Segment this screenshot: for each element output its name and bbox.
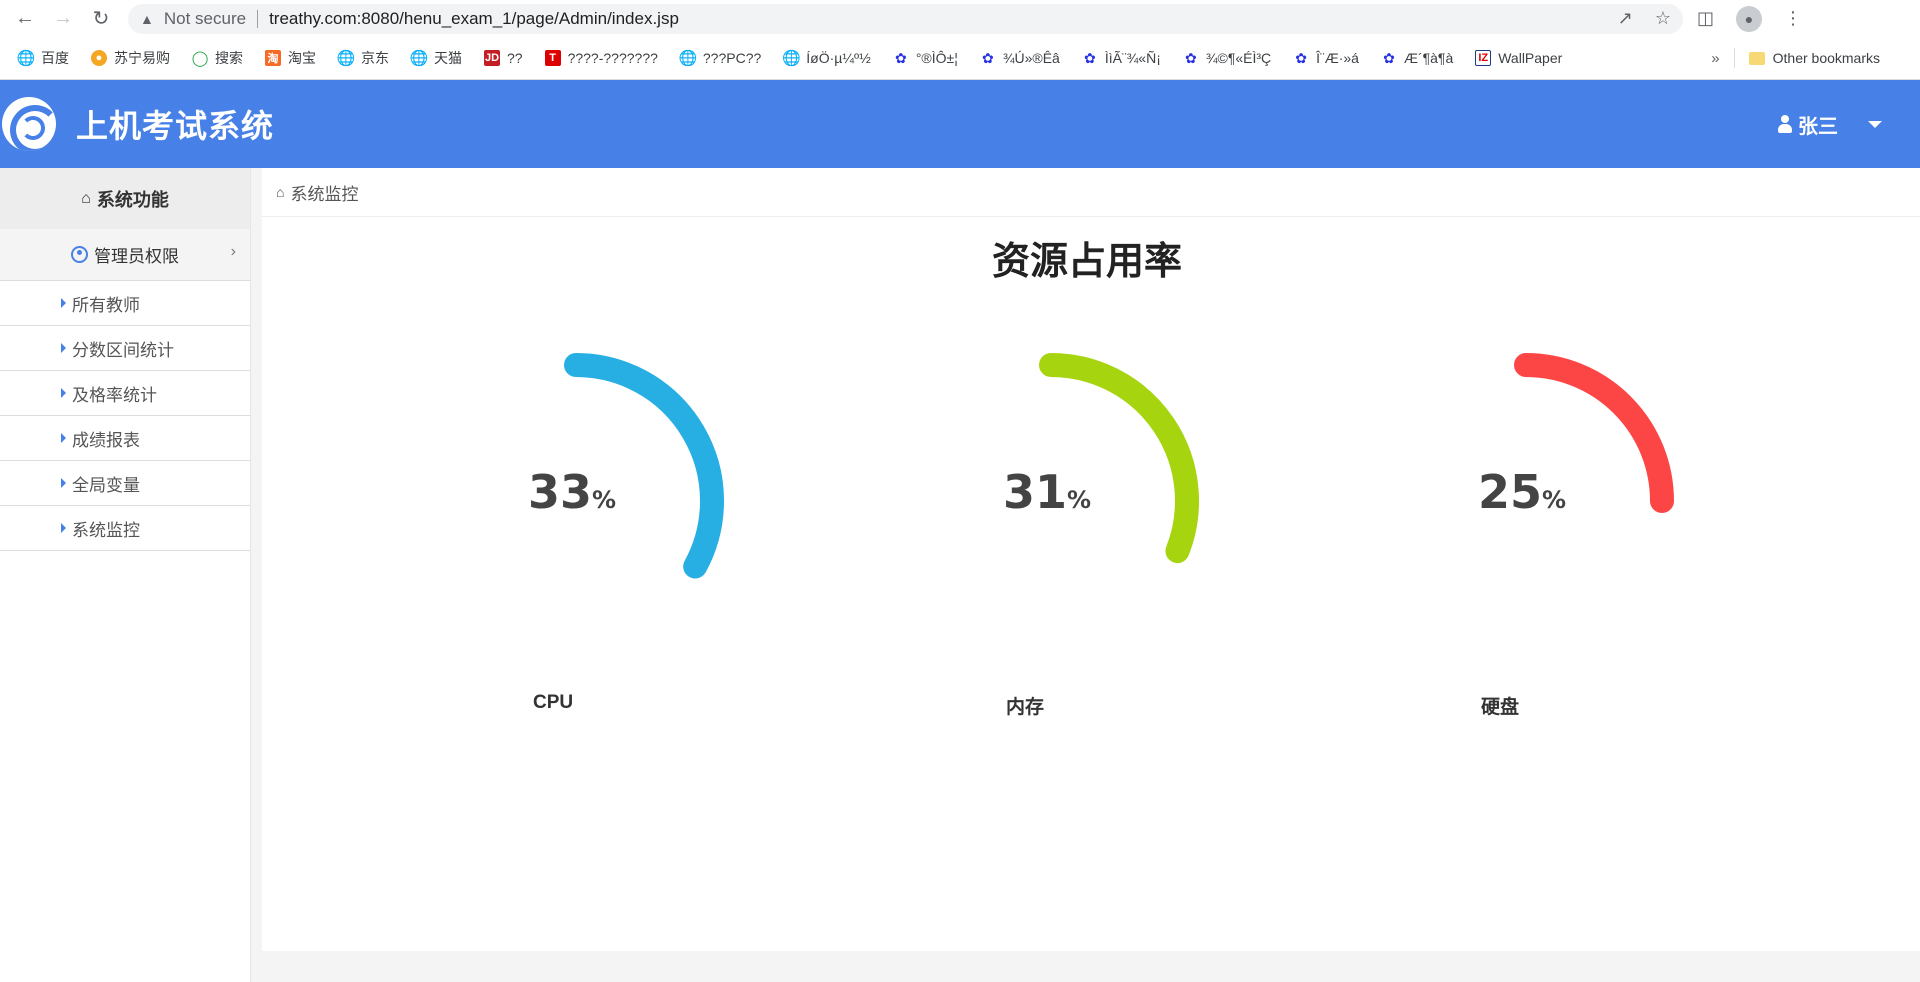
gauge-value: 33% xyxy=(528,465,617,519)
taobao-icon: 淘 xyxy=(265,50,281,66)
gauge-arc xyxy=(1039,353,1199,564)
gauge-memory: 31% xyxy=(979,353,1199,623)
bookmark-item[interactable]: 淘淘宝 xyxy=(265,48,316,68)
bookmark-item[interactable]: IZ WallPaper xyxy=(1475,50,1562,66)
page-title: 资源占用率 xyxy=(991,241,1182,283)
gauge-disk: 25% xyxy=(1454,353,1674,623)
menu-kebab-icon[interactable]: ⋮ xyxy=(1784,8,1802,29)
sidebar-item-global-variables[interactable]: 全局变量 xyxy=(0,461,250,506)
caret-right-icon xyxy=(61,298,66,308)
sidebar-item-grade-report[interactable]: 成绩报表 xyxy=(0,416,250,461)
user-name[interactable]: 张三 xyxy=(1798,110,1838,139)
globe-icon: 🌐 xyxy=(409,50,429,67)
home-icon: ⌂ xyxy=(276,184,285,200)
suning-icon: ● xyxy=(91,50,107,66)
main-panel: ⌂ 系统监控 资源占用率 33% 31% 25% CPU 内存 硬盘 xyxy=(262,168,1920,951)
logo-icon xyxy=(2,97,56,151)
paw-icon: ✿ xyxy=(894,49,907,66)
gauge-label-memory: 内存 xyxy=(1006,697,1045,718)
share-icon[interactable]: ↗ xyxy=(1618,8,1633,29)
paw-icon: ✿ xyxy=(1295,49,1308,66)
bookmark-item[interactable]: ✿ Æ´¶à¶à xyxy=(1381,49,1453,67)
bookmark-item[interactable]: T ????-??????? xyxy=(544,50,658,66)
bookmark-item[interactable]: ✿ ¾©¶«ÉÌ³Ç xyxy=(1183,49,1271,67)
bookmark-item[interactable]: 🌐 天猫 xyxy=(409,48,462,68)
chevron-right-icon: › xyxy=(230,243,236,260)
paw-icon: ✿ xyxy=(1083,49,1096,66)
bookmark-item[interactable]: ◯ 搜索 xyxy=(192,48,243,68)
app-header: 上机考试系统 张三 xyxy=(0,80,1920,168)
forward-icon[interactable]: → xyxy=(48,4,78,34)
bookmarks-divider xyxy=(1733,48,1735,68)
url-text[interactable]: treathy.com:8080/henu_exam_1/page/Admin/… xyxy=(269,9,679,29)
breadcrumb: ⌂ 系统监控 xyxy=(262,168,1920,217)
gauge-value: 25% xyxy=(1478,465,1567,519)
bookmark-item[interactable]: ✿ °®ÌÔ±¦ xyxy=(893,49,958,67)
address-bar[interactable]: ▲ Not secure treathy.com:8080/henu_exam_… xyxy=(128,3,1683,34)
t-icon: T xyxy=(544,50,561,66)
bookmark-item[interactable]: ✿ Î¨Æ·»á xyxy=(1293,49,1359,67)
omnibox-divider xyxy=(257,9,259,28)
back-icon[interactable]: ← xyxy=(10,4,40,34)
app-title: 上机考试系统 xyxy=(76,108,275,144)
sidebar-item-system-monitor[interactable]: 系统监控 xyxy=(0,506,250,551)
gauge-cpu: 33% xyxy=(504,353,724,623)
sidebar-heading: ⌂ 系统功能 xyxy=(0,168,250,229)
caret-right-icon xyxy=(61,433,66,443)
globe-icon: 🌐 xyxy=(781,50,801,67)
profile-avatar-icon[interactable]: ● xyxy=(1736,5,1763,32)
more-bookmarks-chevron-icon[interactable]: » xyxy=(1711,50,1719,67)
search-icon: ◯ xyxy=(191,50,209,67)
wallpaper-icon: IZ xyxy=(1475,50,1492,66)
gauge-value: 31% xyxy=(1003,465,1092,519)
warning-icon: ▲ xyxy=(140,10,154,27)
bookmark-item[interactable]: ● 苏宁易购 xyxy=(91,48,170,68)
bookmark-item[interactable]: 🌐 京东 xyxy=(336,48,389,68)
bookmark-item[interactable]: 🌐 ???PC?? xyxy=(678,50,762,67)
paw-icon: ✿ xyxy=(1383,49,1395,66)
caret-down-icon[interactable] xyxy=(1868,120,1882,128)
jd-icon: JD xyxy=(484,50,500,66)
other-bookmarks-button[interactable]: Other bookmarks xyxy=(1748,50,1880,66)
folder-icon xyxy=(1748,51,1765,65)
caret-right-icon xyxy=(61,478,66,488)
security-label[interactable]: Not secure xyxy=(164,9,246,29)
browser-toolbar: ← → ↻ ▲ Not secure treathy.com:8080/henu… xyxy=(0,0,1920,37)
caret-right-icon xyxy=(61,388,66,398)
bookmark-item[interactable]: 🌐 百度 xyxy=(16,48,69,68)
sidebar-item-all-teachers[interactable]: 所有教师 xyxy=(0,281,250,326)
bookmark-item[interactable]: JD?? xyxy=(484,50,523,66)
bookmark-item[interactable]: ✿ ÌìÃ¨¾«Ñ¡ xyxy=(1082,49,1161,67)
caret-right-icon xyxy=(61,343,66,353)
paw-icon: ✿ xyxy=(981,49,994,66)
globe-icon: 🌐 xyxy=(678,50,698,67)
user-icon xyxy=(1778,115,1792,133)
globe-icon: 🌐 xyxy=(336,50,356,67)
sidebar: ⌂ 系统功能 管理员权限 › 所有教师 分数区间统计 及格率统计 成绩报表 全局… xyxy=(0,168,251,982)
breadcrumb-current: 系统监控 xyxy=(290,184,359,204)
gauge-label-disk: 硬盘 xyxy=(1481,697,1520,718)
sidebar-item-score-range[interactable]: 分数区间统计 xyxy=(0,326,250,371)
sidebar-group-admin[interactable]: 管理员权限 › xyxy=(0,229,250,281)
caret-right-icon xyxy=(61,523,66,533)
bookmark-item[interactable]: 🌐 ÍøÖ·µ¼º½ xyxy=(781,50,871,67)
gauge-label-cpu: CPU xyxy=(533,692,574,713)
home-icon: ⌂ xyxy=(81,189,91,207)
star-icon[interactable]: ☆ xyxy=(1655,8,1671,29)
paw-icon: ✿ xyxy=(1184,49,1197,66)
main-area: ⌂ 系统监控 资源占用率 33% 31% 25% CPU 内存 硬盘 xyxy=(251,168,1920,982)
reload-icon[interactable]: ↻ xyxy=(86,4,116,34)
globe-icon: 🌐 xyxy=(16,50,36,67)
side-panel-icon[interactable]: ◫ xyxy=(1697,8,1714,29)
user-circle-icon xyxy=(71,246,88,263)
user-menu[interactable]: 张三 xyxy=(1778,110,1882,139)
bookmark-item[interactable]: ✿ ¾Ú»®Êâ xyxy=(980,49,1060,67)
sidebar-item-pass-rate[interactable]: 及格率统计 xyxy=(0,371,250,416)
bookmarks-bar: 🌐 百度 ● 苏宁易购 ◯ 搜索 淘淘宝 🌐 京东 🌐 天猫 JD?? T ????-???… xyxy=(0,37,1920,80)
